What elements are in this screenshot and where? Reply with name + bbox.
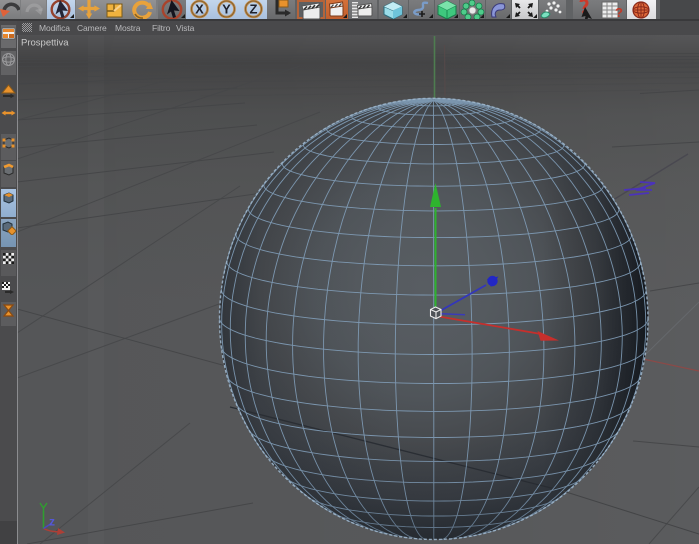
svg-text:Z: Z bbox=[250, 2, 258, 17]
svg-text:?: ? bbox=[615, 5, 623, 19]
svg-text:z: z bbox=[49, 515, 55, 529]
svg-text:X: X bbox=[195, 2, 204, 17]
svg-text:Y: Y bbox=[222, 2, 231, 17]
svg-text:Prospettiva: Prospettiva bbox=[21, 38, 69, 49]
